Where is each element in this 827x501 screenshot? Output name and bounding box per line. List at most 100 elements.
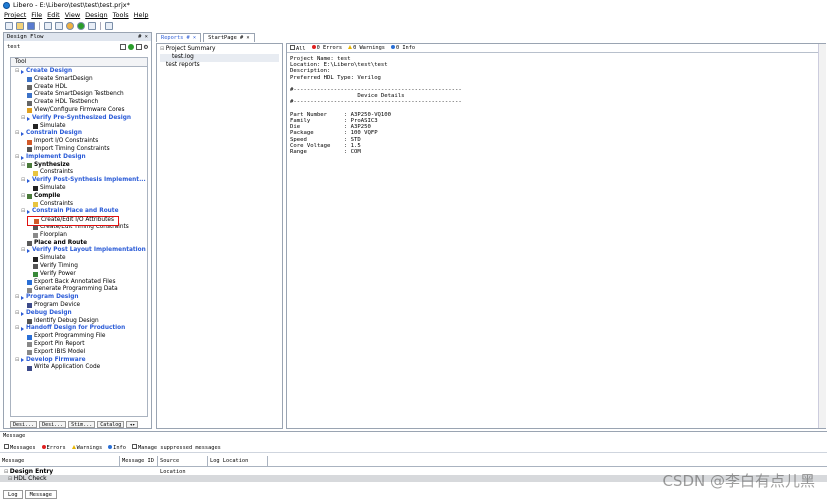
layout-icon[interactable]: [55, 21, 63, 30]
tree-item[interactable]: ⊟ Program Design: [15, 294, 79, 302]
save-icon[interactable]: [27, 21, 35, 30]
tree-item[interactable]: Place and Route: [21, 240, 87, 248]
new-file-icon[interactable]: [5, 21, 13, 30]
tree-item[interactable]: Create SmartDesign: [21, 76, 93, 84]
tab-log[interactable]: Log: [3, 490, 23, 499]
tab-design-hierarchy[interactable]: Desi...: [10, 421, 38, 428]
tree-item[interactable]: ⊟ Synthesize: [21, 162, 70, 170]
reports-tree-item[interactable]: test reports: [160, 62, 279, 70]
run-flow-icon[interactable]: [127, 44, 134, 50]
expand-toggle[interactable]: ⊟: [21, 247, 25, 255]
tree-item[interactable]: Create HDL Testbench: [21, 99, 98, 107]
menu-project[interactable]: Project: [4, 11, 26, 19]
open-folder-icon[interactable]: [16, 21, 24, 30]
filter-all[interactable]: All: [290, 44, 306, 52]
filter-messages[interactable]: Messages: [4, 444, 36, 451]
menu-design[interactable]: Design: [85, 11, 107, 19]
expand-toggle[interactable]: ⊟: [15, 294, 19, 302]
expand-toggle[interactable]: ⊟: [15, 310, 19, 318]
menu-file[interactable]: File: [31, 11, 42, 19]
tree-item[interactable]: Write Application Code: [21, 364, 100, 372]
expand-toggle[interactable]: ⊟: [21, 115, 25, 123]
tab-startpage[interactable]: StartPage # ×: [203, 33, 255, 42]
col-source-location[interactable]: Source Location: [158, 456, 208, 475]
tree-item[interactable]: Create SmartDesign Testbench: [21, 91, 124, 99]
document-icon[interactable]: [88, 21, 96, 30]
run-icon[interactable]: [77, 21, 85, 30]
tree-item[interactable]: ⊟ Handoff Design for Production: [15, 325, 125, 333]
tab-message[interactable]: Message: [24, 490, 57, 499]
reports-tree-child[interactable]: test.log: [160, 53, 279, 62]
tree-item[interactable]: ⊟ Constrain Design: [15, 130, 82, 138]
filter-msg-errors[interactable]: Errors: [41, 444, 66, 451]
expand-toggle[interactable]: ⊟: [15, 154, 19, 162]
tree-item[interactable]: Floorplan: [27, 232, 67, 240]
tree-item-label: Write Application Code: [34, 364, 101, 371]
tree-item[interactable]: ⊟ Create Design: [15, 68, 72, 76]
expand-toggle[interactable]: ⊟: [21, 193, 25, 201]
col-message-id[interactable]: Message ID: [120, 456, 158, 466]
filter-msg-warnings[interactable]: Warnings: [71, 444, 102, 451]
expand-toggle[interactable]: ⊟: [21, 177, 25, 185]
tree-item[interactable]: Identify Debug Design: [21, 318, 99, 326]
clean-icon[interactable]: [135, 44, 142, 50]
tree-item[interactable]: Generate Programming Data: [21, 286, 118, 294]
filter-msg-info[interactable]: Info: [108, 444, 126, 451]
tree-item[interactable]: ⊟ Debug Design: [15, 310, 72, 318]
menu-tools[interactable]: Tools: [113, 11, 129, 19]
tree-item[interactable]: Simulate: [27, 185, 66, 193]
menu-edit[interactable]: Edit: [47, 11, 60, 19]
report-scrollbar[interactable]: [818, 44, 826, 428]
col-message[interactable]: Message: [0, 456, 120, 466]
col-log-location[interactable]: Log Location: [208, 456, 268, 466]
tree-item[interactable]: Export Back Annotated Files: [21, 279, 116, 287]
tree-item[interactable]: ⊟ Constrain Place and Route: [21, 208, 119, 216]
settings-icon[interactable]: [66, 21, 74, 30]
expand-toggle[interactable]: ⊟: [15, 130, 19, 138]
tree-item[interactable]: Simulate: [27, 255, 66, 263]
tree-item[interactable]: Import Timing Constraints: [21, 146, 110, 154]
tree-item[interactable]: Program Device: [21, 302, 80, 310]
expand-toggle[interactable]: ⊟: [15, 357, 19, 365]
tree-item[interactable]: View/Configure Firmware Cores: [21, 107, 125, 115]
expand-toggle[interactable]: ⊟: [21, 208, 25, 216]
help-icon[interactable]: [105, 21, 113, 30]
tab-design-flow[interactable]: Desi...: [39, 421, 67, 428]
reports-tree-root[interactable]: ⊟ Project Summary: [160, 46, 279, 54]
filter-warnings[interactable]: 0 Warnings: [348, 45, 385, 51]
tree-item[interactable]: Create/Edit I/O Attributes: [27, 216, 119, 226]
tab-scroll-arrows[interactable]: ◂▸: [126, 421, 139, 428]
tree-item[interactable]: Export IBIS Model: [21, 349, 85, 357]
tab-catalog[interactable]: Catalog: [97, 421, 125, 428]
tree-item[interactable]: Export Pin Report: [21, 341, 85, 349]
tree-item[interactable]: Constraints: [27, 201, 73, 209]
tree-item[interactable]: Import I/O Constraints: [21, 138, 98, 146]
configure-icon[interactable]: ⚙: [144, 43, 148, 51]
window-icon[interactable]: [44, 21, 52, 30]
tab-stimulus[interactable]: Stim...: [68, 421, 96, 428]
menu-view[interactable]: View: [65, 11, 80, 19]
tree-item[interactable]: ⊟ Verify Post-Synthesis Implement...: [21, 177, 146, 185]
tree-item[interactable]: ⊟ Develop Firmware: [15, 357, 86, 365]
manage-suppressed[interactable]: Manage suppressed messages: [131, 444, 221, 451]
menu-help[interactable]: Help: [134, 11, 149, 19]
tree-item[interactable]: Export Programming File: [21, 333, 105, 341]
exp-icon: [27, 334, 32, 340]
panel-pin-close[interactable]: # ×: [138, 34, 148, 40]
expand-toggle[interactable]: ⊟: [15, 325, 19, 333]
tree-item[interactable]: Verify Power: [27, 271, 76, 279]
tree-item[interactable]: Create HDL: [21, 84, 67, 92]
expand-toggle[interactable]: ⊟: [21, 162, 25, 170]
tree-item[interactable]: Simulate: [27, 123, 66, 131]
filter-info[interactable]: 0 Info: [390, 45, 415, 51]
expand-icon[interactable]: [119, 44, 126, 50]
expand-toggle[interactable]: ⊟: [15, 68, 19, 76]
filter-errors[interactable]: 0 Errors: [311, 45, 342, 51]
tree-item[interactable]: ⊟ Compile: [21, 193, 60, 201]
tree-item[interactable]: Constraints: [27, 169, 73, 177]
tree-item[interactable]: Verify Timing: [27, 263, 78, 271]
tree-item[interactable]: ⊟ Verify Post Layout Implementation: [21, 247, 146, 255]
tree-item[interactable]: ⊟ Verify Pre-Synthesized Design: [21, 115, 131, 123]
tab-reports[interactable]: Reports # ×: [156, 33, 202, 42]
tree-item[interactable]: ⊟ Implement Design: [15, 154, 86, 162]
